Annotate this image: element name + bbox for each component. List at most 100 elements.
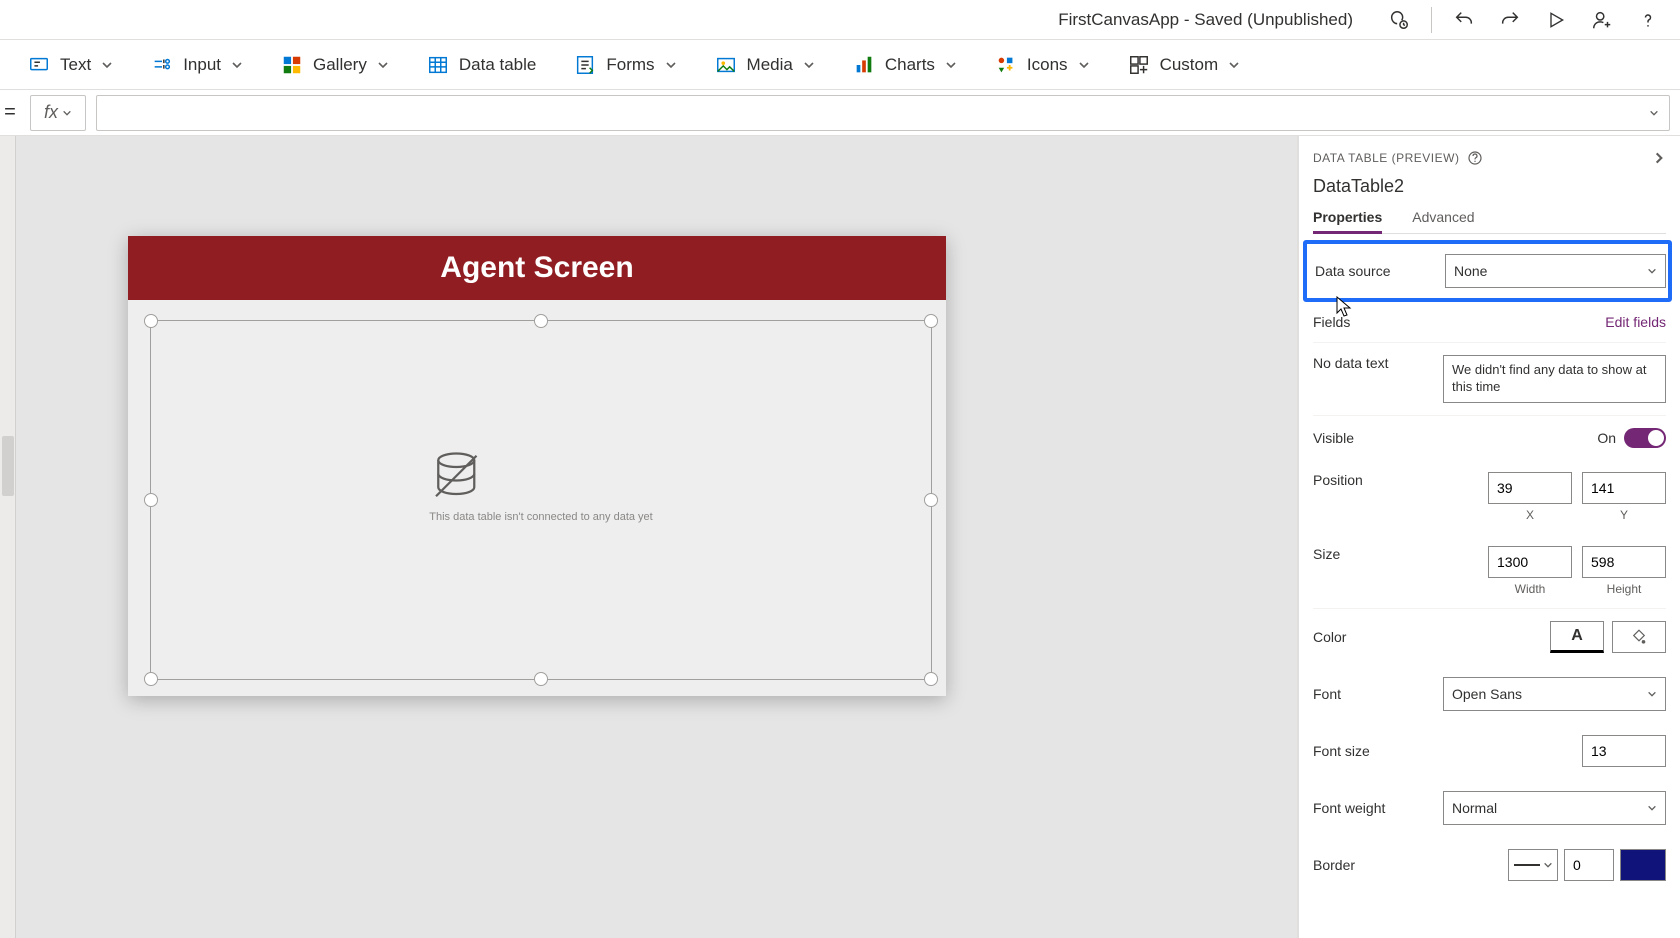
resize-handle-tr[interactable] xyxy=(924,314,938,328)
nodatatext-input[interactable]: We didn't find any data to show at this … xyxy=(1443,355,1666,403)
app-checker-icon[interactable] xyxy=(1379,0,1419,40)
ribbon-icons[interactable]: Icons xyxy=(995,54,1090,76)
left-collapsed-rail[interactable] xyxy=(0,136,16,938)
ribbon-text-label: Text xyxy=(60,55,91,75)
ribbon-icons-label: Icons xyxy=(1027,55,1068,75)
prop-position-label: Position xyxy=(1313,472,1433,488)
ribbon-custom[interactable]: Custom xyxy=(1128,54,1241,76)
datasource-highlight: Data source None xyxy=(1303,240,1672,302)
rail-expand-handle[interactable] xyxy=(2,436,14,496)
app-title: FirstCanvasApp - Saved (Unpublished) xyxy=(1058,10,1353,30)
size-height-sublabel: Height xyxy=(1582,582,1666,596)
title-bar: FirstCanvasApp - Saved (Unpublished) xyxy=(0,0,1680,40)
font-color-swatch[interactable]: A xyxy=(1550,621,1604,653)
prop-fontsize-label: Font size xyxy=(1313,743,1433,759)
prop-visible-label: Visible xyxy=(1313,430,1433,446)
prop-font-label: Font xyxy=(1313,686,1433,702)
font-value: Open Sans xyxy=(1452,686,1522,702)
database-icon xyxy=(429,449,652,503)
fontsize-input[interactable] xyxy=(1582,735,1666,767)
prop-fontweight-label: Font weight xyxy=(1313,800,1433,816)
fx-button[interactable]: fx xyxy=(30,95,86,131)
fontweight-value: Normal xyxy=(1452,800,1497,816)
workspace: Agent Screen xyxy=(0,136,1680,938)
tab-advanced[interactable]: Advanced xyxy=(1412,203,1474,233)
datasource-select[interactable]: None xyxy=(1445,254,1666,288)
formula-input[interactable] xyxy=(96,95,1670,131)
ribbon-charts-label: Charts xyxy=(885,55,935,75)
share-user-icon[interactable] xyxy=(1582,0,1622,40)
border-color-swatch[interactable] xyxy=(1620,849,1666,881)
prop-fields-label: Fields xyxy=(1313,314,1433,330)
fx-label: fx xyxy=(44,102,58,123)
datatable-empty-state: This data table isn't connected to any d… xyxy=(429,449,652,523)
screen-preview[interactable]: Agent Screen xyxy=(128,236,946,696)
datatable-selection[interactable]: This data table isn't connected to any d… xyxy=(150,320,932,680)
fontweight-select[interactable]: Normal xyxy=(1443,791,1666,825)
position-y-sublabel: Y xyxy=(1582,508,1666,522)
ribbon-gallery-label: Gallery xyxy=(313,55,367,75)
visible-toggle[interactable]: On xyxy=(1597,428,1666,448)
tab-properties[interactable]: Properties xyxy=(1313,203,1382,234)
prop-nodatatext-label: No data text xyxy=(1313,355,1433,371)
ribbon-custom-label: Custom xyxy=(1160,55,1219,75)
chevron-down-icon xyxy=(1647,689,1657,699)
ribbon-text[interactable]: Text xyxy=(28,54,113,76)
ribbon-charts[interactable]: Charts xyxy=(853,54,957,76)
control-name: DataTable2 xyxy=(1313,176,1666,197)
ribbon-input-label: Input xyxy=(183,55,221,75)
size-width-sublabel: Width xyxy=(1488,582,1572,596)
ribbon-datatable[interactable]: Data table xyxy=(427,54,537,76)
ribbon-input[interactable]: Input xyxy=(151,54,243,76)
pane-collapse-icon[interactable] xyxy=(1652,151,1666,165)
border-style-select[interactable] xyxy=(1508,849,1558,881)
resize-handle-bl[interactable] xyxy=(144,672,158,686)
border-width-input[interactable] xyxy=(1564,849,1614,881)
resize-handle-bc[interactable] xyxy=(534,672,548,686)
screen-header-label: Agent Screen xyxy=(128,236,946,300)
chevron-down-icon xyxy=(1543,860,1553,870)
props-tabs: Properties Advanced xyxy=(1313,203,1666,234)
position-x-sublabel: X xyxy=(1488,508,1572,522)
font-select[interactable]: Open Sans xyxy=(1443,677,1666,711)
redo-icon[interactable] xyxy=(1490,0,1530,40)
ribbon-forms[interactable]: Forms xyxy=(574,54,676,76)
formula-bar: = fx xyxy=(0,90,1680,136)
resize-handle-tc[interactable] xyxy=(534,314,548,328)
insert-ribbon: Text Input Gallery Data table Forms Medi… xyxy=(0,40,1680,90)
visible-state: On xyxy=(1597,430,1616,446)
formula-expand-icon[interactable] xyxy=(1649,108,1659,118)
size-height-input[interactable] xyxy=(1582,546,1666,578)
chevron-down-icon xyxy=(1647,266,1657,276)
ribbon-datatable-label: Data table xyxy=(459,55,537,75)
pane-header-label: DATA TABLE (PREVIEW) xyxy=(1313,151,1459,165)
resize-handle-tl[interactable] xyxy=(144,314,158,328)
resize-handle-mr[interactable] xyxy=(924,493,938,507)
datatable-empty-text: This data table isn't connected to any d… xyxy=(429,511,652,523)
resize-handle-br[interactable] xyxy=(924,672,938,686)
resize-handle-ml[interactable] xyxy=(144,493,158,507)
prop-datasource-label: Data source xyxy=(1315,263,1435,279)
ribbon-gallery[interactable]: Gallery xyxy=(281,54,389,76)
help-icon[interactable] xyxy=(1628,0,1668,40)
datasource-value: None xyxy=(1454,263,1487,279)
prop-color-label: Color xyxy=(1313,629,1433,645)
prop-border-label: Border xyxy=(1313,857,1433,873)
canvas-area[interactable]: Agent Screen xyxy=(0,136,1298,938)
info-icon[interactable] xyxy=(1467,150,1483,166)
ribbon-forms-label: Forms xyxy=(606,55,654,75)
size-width-input[interactable] xyxy=(1488,546,1572,578)
formula-equals: = xyxy=(0,101,20,124)
edit-fields-link[interactable]: Edit fields xyxy=(1605,314,1666,330)
play-icon[interactable] xyxy=(1536,0,1576,40)
titlebar-divider xyxy=(1431,7,1432,33)
ribbon-media-label: Media xyxy=(747,55,793,75)
position-x-input[interactable] xyxy=(1488,472,1572,504)
ribbon-media[interactable]: Media xyxy=(715,54,815,76)
prop-size-label: Size xyxy=(1313,546,1433,562)
undo-icon[interactable] xyxy=(1444,0,1484,40)
chevron-down-icon xyxy=(1647,803,1657,813)
fill-color-swatch[interactable] xyxy=(1612,621,1666,653)
properties-pane: DATA TABLE (PREVIEW) DataTable2 Properti… xyxy=(1298,136,1680,938)
position-y-input[interactable] xyxy=(1582,472,1666,504)
